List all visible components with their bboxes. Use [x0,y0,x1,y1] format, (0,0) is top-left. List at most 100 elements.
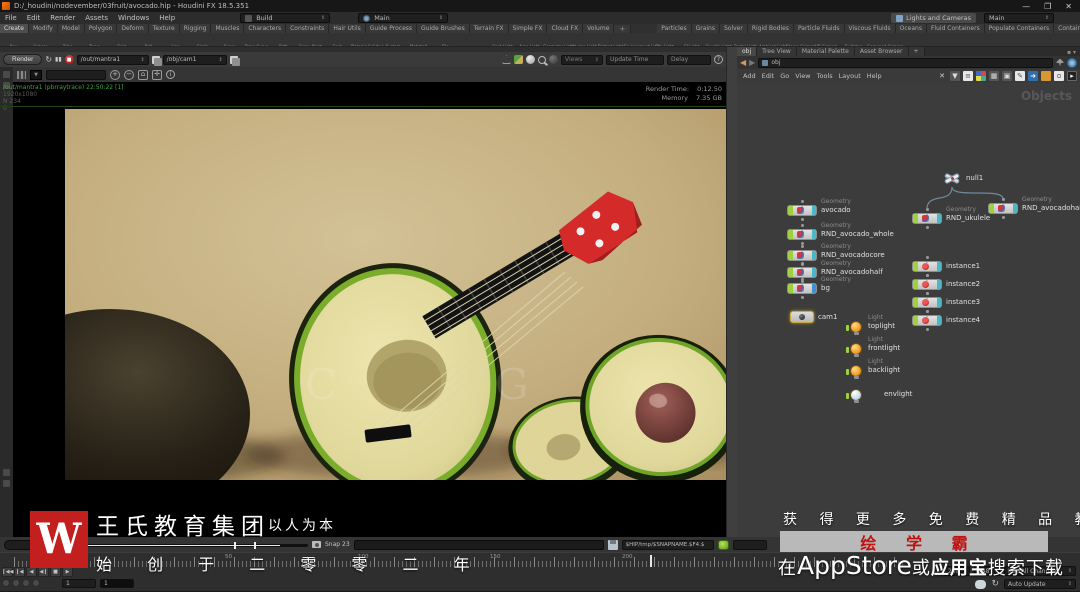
render-flag[interactable] [937,262,941,271]
network-add-tab-button[interactable]: + [908,47,925,56]
node-null1[interactable]: null1 [942,171,983,185]
output-connector[interactable] [926,226,929,229]
node-rnd-avocadocore[interactable]: Geometry RND_avocadocore [787,243,885,266]
input-connector[interactable] [1002,198,1005,201]
display-flag[interactable] [989,204,994,213]
refresh-icon[interactable]: ↻ [991,579,999,589]
menu-file[interactable]: File [0,14,22,22]
output-connector[interactable] [926,328,929,331]
shelf-tool-sky-light[interactable]: Sky Light [651,33,678,46]
camera-path-dropdown[interactable]: /obj/cam1 ⇕ [162,54,227,65]
shelf-tab-particles[interactable]: Particles [657,24,692,33]
node-rnd-avocadohalf[interactable]: Geometry RND_avocadohalf [787,260,883,283]
play-button[interactable]: ▶ [62,567,73,577]
display-flag[interactable] [788,230,793,239]
help-icon[interactable]: ? [714,55,723,64]
node-rnd-avocado-whole[interactable]: Geometry RND_avocado_whole [787,222,894,245]
snapshot-field[interactable] [353,539,604,550]
shelf-tool-line[interactable]: Line [162,33,189,46]
pin-icon[interactable] [1056,58,1064,67]
node-avocado[interactable]: Geometry avocado [787,198,851,221]
net-tab-tree-view[interactable]: Tree View [757,47,797,56]
display-flag[interactable] [846,369,849,375]
pane-splitter[interactable] [726,47,737,591]
shelf-tool-curve[interactable]: Curve [216,33,243,46]
jump-start-button[interactable]: ❙◀◀ [2,567,13,577]
preview-light-icon[interactable] [526,55,535,64]
node-rnd-ukulele[interactable]: Geometry RND_ukulele [912,206,990,229]
side-tool-icon[interactable] [3,71,10,78]
input-connector[interactable] [926,274,929,277]
display-flag[interactable] [846,393,849,399]
radial-menu-selector[interactable]: Main ⇕ [358,13,449,23]
shelf-tool-spot-light[interactable]: Spot Light [489,33,516,46]
loop-icon[interactable] [12,579,20,587]
snapshot-camera-icon[interactable] [312,541,321,548]
menu-render[interactable]: Render [45,14,80,22]
node-instance2[interactable]: instance2 [912,274,980,295]
shelf-tab-container-tools[interactable]: Container Tools [1054,24,1080,33]
menu-assets[interactable]: Assets [80,14,113,22]
zoom-in-icon[interactable]: + [110,69,120,80]
node-frontlight[interactable]: Light frontlight [846,336,900,357]
palette-icon[interactable] [976,71,986,81]
list-icon[interactable]: ≡ [963,71,973,81]
shelf-tool-gamepad-camera[interactable]: Gamepad Camera [867,33,903,46]
node-bg[interactable]: Geometry bg [787,276,851,299]
shelf-tab-create[interactable]: Create [0,24,29,33]
shelf-tool-path[interactable]: Path [270,33,297,46]
render-flag[interactable] [812,230,816,239]
pause-icon[interactable]: ▮▮ [55,56,62,64]
display-flag[interactable] [846,325,849,331]
region-render-icon[interactable] [502,55,511,64]
shelf-tab-cloud-fx[interactable]: Cloud FX [547,24,584,33]
step-back-button[interactable]: ◀ [26,567,37,577]
shelf-tool-distant-light[interactable]: Distant Light [597,33,624,46]
net-menu-view[interactable]: View [792,72,813,80]
close-button[interactable]: ✕ [1065,2,1072,11]
delay-field[interactable]: Delay [667,54,711,65]
render-flag[interactable] [812,251,816,260]
shelf-tab-oceans[interactable]: Oceans [895,24,927,33]
render-flag[interactable] [812,206,816,215]
re-render-icon[interactable]: ↻ [45,55,52,64]
input-connector[interactable] [801,224,804,227]
shelf-tool-switcher[interactable]: Switcher [840,33,867,46]
net-tab-obj[interactable]: obj [737,47,758,56]
side-lock-icon[interactable] [3,480,10,487]
output-connector[interactable] [801,296,804,299]
mplay-icon[interactable] [717,539,729,550]
shelf-tool-environment-light[interactable]: Environment Light [624,33,661,46]
play-reverse-button[interactable]: ◀❙ [38,567,49,577]
shelf-tool-portal-light[interactable]: Portal Light [732,33,759,46]
gamma-field[interactable] [46,69,106,80]
output-connector[interactable] [1002,216,1005,219]
pane-menu-icon[interactable]: ▪ ▾ [1067,49,1080,56]
maximize-button[interactable]: ❐ [1044,2,1051,11]
display-flag[interactable] [913,298,918,307]
frame-current-field[interactable]: 1 [100,579,134,588]
shelf-tab-populate-containers[interactable]: Populate Containers [984,24,1055,33]
shelf-tool-box[interactable]: Box [0,33,27,46]
shelf-tab-muscles[interactable]: Muscles [211,24,245,33]
radial-menu-icon-2[interactable] [1067,57,1077,68]
display-flag[interactable] [788,251,793,260]
render-flag[interactable] [937,280,941,289]
shelf-tool-area-light[interactable]: Area Light [516,33,543,46]
auto-update-dropdown[interactable]: Auto Update ⇕ [1004,579,1076,589]
display-flag[interactable] [913,262,918,271]
snapshot-path-field[interactable]: $HIP/tmp/$SNAPNAME.$F4.$ [621,539,714,550]
node-instance3[interactable]: instance3 [912,292,980,313]
net-menu-go[interactable]: Go [777,72,792,80]
net-menu-tools[interactable]: Tools [814,72,836,80]
shelf-tool-gi-light[interactable]: GI Light [678,33,705,46]
realtime-toggle-icon[interactable] [2,579,10,587]
frame-start-field[interactable]: 1 [62,579,96,588]
shelf-tool-metaball[interactable]: Metaball [405,33,432,46]
shelf-tab-viscous-fluids[interactable]: Viscous Fluids [844,24,896,33]
back-icon[interactable]: ◀ [740,58,746,67]
net-menu-layout[interactable]: Layout [836,72,864,80]
input-connector[interactable] [801,262,804,265]
node-instance4[interactable]: instance4 [912,310,980,331]
render-flag[interactable] [1013,204,1017,213]
